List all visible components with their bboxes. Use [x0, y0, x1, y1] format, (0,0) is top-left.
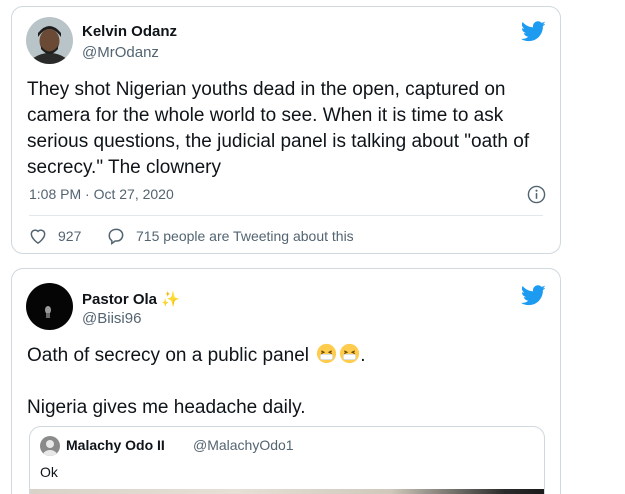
twitter-bird-icon[interactable]	[521, 21, 546, 42]
tweet-text-line: serious questions, the judicial panel is…	[27, 131, 530, 152]
tweet-text: They shot Nigerian youths dead in the op…	[27, 77, 529, 181]
quoted-text: Ok	[40, 464, 58, 480]
like-count: 927	[58, 228, 82, 244]
sparkles-emoji: ✨	[161, 291, 180, 308]
quoted-media	[30, 489, 544, 494]
tweet-text-line: They shot Nigerian youths dead in the op…	[27, 79, 506, 100]
tweet-card-1[interactable]: Kelvin Odanz @MrOdanz They shot Nigerian…	[11, 6, 561, 254]
reply-summary-link[interactable]: 715 people are Tweeting about this	[106, 225, 354, 247]
avatar[interactable]	[26, 283, 73, 330]
heart-icon	[30, 229, 46, 244]
twitter-bird-icon[interactable]	[521, 285, 546, 306]
quoted-avatar	[40, 436, 60, 456]
tweet-text-line: Oath of secrecy on a public panel .	[27, 343, 366, 366]
tweet-text-line: Nigeria gives me headache daily.	[27, 397, 306, 418]
divider	[29, 215, 543, 216]
quoted-author-handle: @MalachyOdo1	[193, 437, 294, 453]
author-name[interactable]: Kelvin Odanz	[82, 23, 177, 40]
info-icon[interactable]	[527, 185, 546, 204]
avatar[interactable]	[26, 17, 73, 64]
sneezing-face-emoji	[317, 343, 337, 364]
quoted-author-name: Malachy Odo II	[66, 437, 165, 453]
tweet-timestamp[interactable]: 1:08 PM · Oct 27, 2020	[29, 186, 174, 202]
like-button[interactable]: 927	[28, 225, 81, 247]
author-handle[interactable]: @MrOdanz	[82, 44, 159, 61]
sneezing-face-emoji	[340, 343, 360, 364]
reply-summary: 715 people are Tweeting about this	[136, 228, 354, 244]
author-handle[interactable]: @Biisi96	[82, 310, 141, 327]
tweet-card-2[interactable]: Pastor Ola ✨ @Biisi96 Oath of secrecy on…	[11, 268, 561, 494]
reply-bubble-icon	[108, 228, 124, 245]
tweet-text-line: secrecy." The clownery	[27, 157, 221, 178]
author-name[interactable]: Pastor Ola ✨	[82, 290, 180, 308]
quoted-tweet[interactable]: Malachy Odo II @MalachyOdo1 Ok	[29, 426, 545, 494]
tweet-text-line: camera for the whole world to see. When …	[27, 105, 504, 126]
